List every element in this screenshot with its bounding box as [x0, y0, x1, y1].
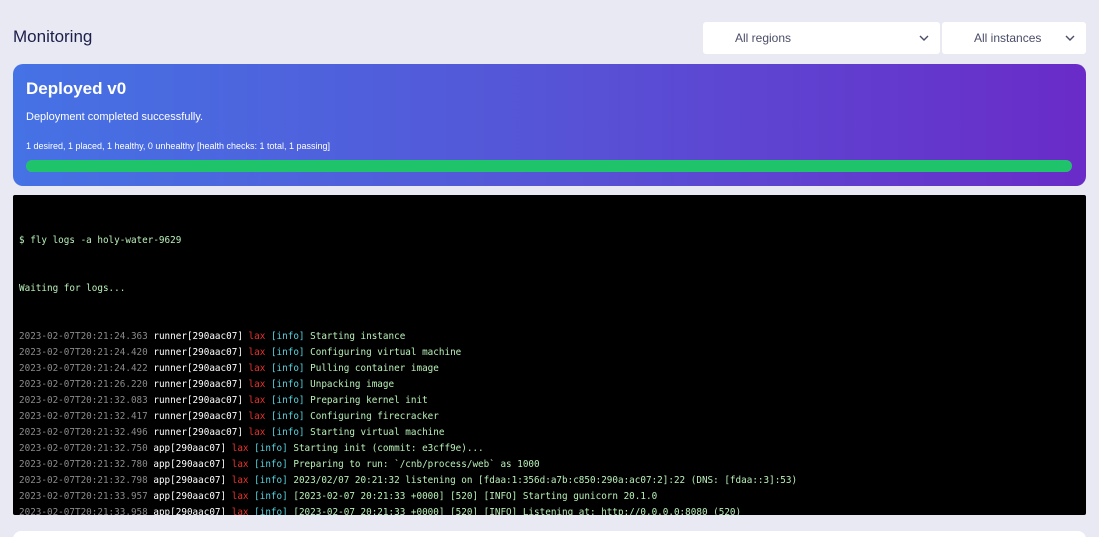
log-line: 2023-02-07T20:21:33.957 app[290aac07] la… [19, 489, 1080, 505]
log-line: 2023-02-07T20:21:32.780 app[290aac07] la… [19, 457, 1080, 473]
log-line: 2023-02-07T20:21:24.363 runner[290aac07]… [19, 329, 1080, 345]
log-level: [info] [254, 491, 288, 502]
log-timestamp: 2023-02-07T20:21:32.750 [19, 443, 148, 454]
log-source: runner[290aac07] [153, 427, 243, 438]
regions-select[interactable]: All regions [703, 22, 940, 54]
log-source: runner[290aac07] [153, 331, 243, 342]
instances-select[interactable]: All instances [942, 22, 1086, 54]
log-level: [info] [270, 395, 305, 406]
log-timestamp: 2023-02-07T20:21:32.780 [19, 459, 148, 470]
log-source: app[290aac07] [153, 443, 227, 454]
log-message: Starting init (commit: e3cff9e)... [293, 443, 484, 454]
log-region: lax [248, 395, 266, 406]
log-source: runner[290aac07] [153, 379, 243, 390]
log-line: 2023-02-07T20:21:32.496 runner[290aac07]… [19, 425, 1080, 441]
log-line: 2023-02-07T20:21:33.958 app[290aac07] la… [19, 505, 1080, 515]
log-timestamp: 2023-02-07T20:21:24.420 [19, 347, 148, 358]
log-line: 2023-02-07T20:21:32.083 runner[290aac07]… [19, 393, 1080, 409]
log-source: runner[290aac07] [153, 395, 243, 406]
log-region: lax [248, 427, 266, 438]
log-level: [info] [270, 427, 305, 438]
log-terminal[interactable]: $ fly logs -a holy-water-9629 Waiting fo… [13, 195, 1086, 515]
log-source: app[290aac07] [153, 507, 227, 515]
log-timestamp: 2023-02-07T20:21:26.220 [19, 379, 148, 390]
log-source: runner[290aac07] [153, 411, 243, 422]
log-timestamp: 2023-02-07T20:21:33.958 [19, 507, 148, 515]
log-line: 2023-02-07T20:21:24.420 runner[290aac07]… [19, 345, 1080, 361]
terminal-command: $ fly logs -a holy-water-9629 [19, 235, 182, 246]
filters: All regions All instances [703, 22, 1086, 54]
log-message: Starting virtual machine [310, 427, 445, 438]
log-message: Preparing to run: `/cnb/process/web` as … [293, 459, 540, 470]
regions-select-label: All regions [735, 31, 792, 45]
log-message: Unpacking image [310, 379, 395, 390]
log-source: app[290aac07] [153, 475, 227, 486]
page-header: Monitoring All regions All instances [13, 22, 1086, 54]
log-timestamp: 2023-02-07T20:21:32.417 [19, 411, 148, 422]
log-message: Preparing kernel init [310, 395, 428, 406]
log-message: 2023/02/07 20:21:32 listening on [fdaa:1… [293, 475, 798, 486]
deployment-progress-fill [26, 160, 1072, 172]
log-timestamp: 2023-02-07T20:21:32.083 [19, 395, 148, 406]
chevron-down-icon [1065, 35, 1075, 41]
log-line: 2023-02-07T20:21:26.220 runner[290aac07]… [19, 377, 1080, 393]
deployment-message: Deployment completed successfully. [26, 111, 204, 123]
instances-select-label: All instances [974, 31, 1042, 45]
log-level: [info] [270, 411, 305, 422]
log-level: [info] [270, 331, 305, 342]
log-region: lax [248, 411, 266, 422]
log-timestamp: 2023-02-07T20:21:32.496 [19, 427, 148, 438]
log-region: lax [248, 363, 266, 374]
log-region: lax [248, 379, 266, 390]
log-region: lax [248, 347, 266, 358]
log-level: [info] [254, 459, 288, 470]
log-source: app[290aac07] [153, 459, 227, 470]
deployment-stats: 1 desired, 1 placed, 1 healthy, 0 unheal… [26, 141, 331, 151]
log-level: [info] [270, 347, 305, 358]
log-source: runner[290aac07] [153, 347, 243, 358]
log-region: lax [248, 331, 266, 342]
log-timestamp: 2023-02-07T20:21:32.798 [19, 475, 148, 486]
log-timestamp: 2023-02-07T20:21:33.957 [19, 491, 148, 502]
terminal-waiting: Waiting for logs... [19, 283, 126, 294]
log-level: [info] [254, 475, 288, 486]
log-region: lax [231, 459, 249, 470]
log-line: 2023-02-07T20:21:24.422 runner[290aac07]… [19, 361, 1080, 377]
log-line: 2023-02-07T20:21:32.798 app[290aac07] la… [19, 473, 1080, 489]
chevron-down-icon [919, 35, 929, 41]
deployment-title: Deployed v0 [26, 79, 127, 98]
log-source: runner[290aac07] [153, 363, 243, 374]
log-timestamp: 2023-02-07T20:21:24.363 [19, 331, 148, 342]
log-level: [info] [270, 363, 305, 374]
log-line: 2023-02-07T20:21:32.417 runner[290aac07]… [19, 409, 1080, 425]
log-region: lax [231, 443, 249, 454]
log-message: Configuring virtual machine [310, 347, 462, 358]
log-message: [2023-02-07 20:21:33 +0000] [520] [INFO]… [293, 507, 742, 515]
log-timestamp: 2023-02-07T20:21:24.422 [19, 363, 148, 374]
log-message: Pulling container image [310, 363, 439, 374]
deployment-progress-bar [26, 160, 1072, 172]
page-title: Monitoring [13, 27, 93, 46]
log-message: Starting instance [310, 331, 406, 342]
log-message: Configuring firecracker [310, 411, 439, 422]
log-region: lax [231, 491, 249, 502]
log-region: lax [231, 507, 249, 515]
monitoring-page: Monitoring All regions All instances Dep… [0, 0, 1099, 537]
log-line: 2023-02-07T20:21:32.750 app[290aac07] la… [19, 441, 1080, 457]
next-panel [13, 531, 1086, 537]
log-source: app[290aac07] [153, 491, 227, 502]
deployment-status-card: Deployed v0 Deployment completed success… [13, 64, 1086, 186]
log-level: [info] [270, 379, 305, 390]
log-level: [info] [254, 443, 288, 454]
log-level: [info] [254, 507, 288, 515]
log-region: lax [231, 475, 249, 486]
log-message: [2023-02-07 20:21:33 +0000] [520] [INFO]… [293, 491, 658, 502]
